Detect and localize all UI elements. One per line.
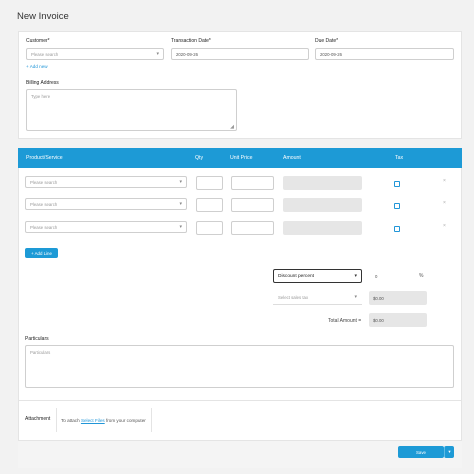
attachment-label: Attachment — [25, 416, 51, 422]
product-placeholder: Please search — [30, 179, 58, 185]
product-placeholder: Please search — [30, 224, 58, 230]
select-files-link[interactable]: Select Files — [81, 418, 105, 423]
save-label: Save — [415, 449, 426, 455]
remove-row-icon[interactable]: × — [443, 223, 446, 229]
due-date-input[interactable]: 2020-09-26 — [315, 48, 454, 60]
tax-checkbox[interactable] — [394, 226, 400, 232]
save-options-dropdown[interactable]: ▾ — [444, 446, 454, 458]
particulars-textarea[interactable]: Particulars — [25, 345, 454, 388]
product-placeholder: Please search — [30, 201, 58, 207]
customer-placeholder: Please search — [31, 51, 59, 57]
unit-price-input[interactable] — [231, 198, 274, 212]
header-unit-price: Unit Price — [230, 155, 253, 161]
add-new-customer-link[interactable]: + Add new — [26, 64, 48, 69]
tax-checkbox[interactable] — [394, 181, 400, 187]
chevron-down-icon: ▾ — [156, 51, 159, 57]
attachment-divider — [18, 400, 462, 401]
header-qty: Qty — [195, 155, 204, 161]
header-amount: Amount — [283, 155, 301, 161]
line-items-header: Product/Service Qty Unit Price Amount Ta… — [18, 148, 462, 168]
discount-value-input[interactable]: 0 — [370, 269, 416, 283]
customer-label: Customer* — [26, 38, 50, 44]
billing-address-label: Billing Address — [26, 80, 59, 86]
amount-field — [283, 221, 362, 235]
product-search-select[interactable]: Please search ▾ — [25, 198, 187, 210]
resize-handle-icon[interactable]: ◢ — [230, 124, 234, 130]
sales-tax-placeholder: Select sales tax — [278, 294, 309, 300]
discount-amount: $0.00 — [369, 291, 427, 305]
chevron-down-icon: ▾ — [179, 179, 182, 185]
remove-row-icon[interactable]: × — [443, 178, 446, 184]
qty-input[interactable] — [196, 176, 223, 190]
attachment-suffix: from your computer — [105, 417, 146, 423]
header-tax: Tax — [395, 155, 404, 161]
total-amount-label: Total Amount = — [328, 318, 362, 324]
attachment-dropzone[interactable]: To attach Select Files from your compute… — [56, 408, 152, 432]
particulars-label: Particulars — [25, 336, 49, 342]
chevron-down-icon: ▾ — [354, 273, 357, 279]
transaction-date-input[interactable]: 2020-09-26 — [171, 48, 309, 60]
chevron-down-icon: ▾ — [448, 449, 451, 454]
attachment-prefix: To attach — [61, 417, 80, 423]
qty-input[interactable] — [196, 198, 223, 212]
due-date-value: 2020-09-26 — [320, 51, 342, 57]
tax-checkbox[interactable] — [394, 203, 400, 209]
discount-type-select[interactable]: Discount percent ▾ — [273, 269, 362, 283]
customer-search-select[interactable]: Please search ▾ — [26, 48, 164, 60]
header-product: Product/Service — [26, 155, 63, 161]
product-search-select[interactable]: Please search ▾ — [25, 176, 187, 188]
particulars-placeholder: Particulars — [30, 350, 51, 355]
add-line-button[interactable]: + Add Line — [25, 248, 58, 258]
save-button[interactable]: Save — [398, 446, 444, 458]
billing-address-textarea[interactable]: Type here ◢ — [26, 89, 237, 131]
unit-price-input[interactable] — [231, 221, 274, 235]
amount-field — [283, 198, 362, 212]
remove-row-icon[interactable]: × — [443, 200, 446, 206]
chevron-down-icon: ▾ — [179, 201, 182, 207]
footer-bar — [18, 440, 462, 468]
amount-field — [283, 176, 362, 190]
discount-value: 0 — [375, 273, 378, 279]
sales-tax-select[interactable]: Select sales tax ▾ — [273, 291, 362, 303]
discount-type-value: Discount percent — [278, 273, 314, 279]
qty-input[interactable] — [196, 221, 223, 235]
billing-address-placeholder: Type here — [31, 94, 51, 99]
chevron-down-icon: ▾ — [354, 294, 357, 300]
sales-tax-underline — [273, 304, 362, 305]
product-search-select[interactable]: Please search ▾ — [25, 221, 187, 233]
transaction-date-value: 2020-09-26 — [176, 51, 198, 57]
chevron-down-icon: ▾ — [179, 224, 182, 230]
due-date-label: Due Date* — [315, 38, 339, 44]
percent-symbol: % — [419, 273, 424, 279]
page-title: New Invoice — [17, 11, 69, 22]
unit-price-input[interactable] — [231, 176, 274, 190]
total-amount-value: $0.00 — [369, 313, 427, 327]
transaction-date-label: Transaction Date* — [171, 38, 211, 44]
